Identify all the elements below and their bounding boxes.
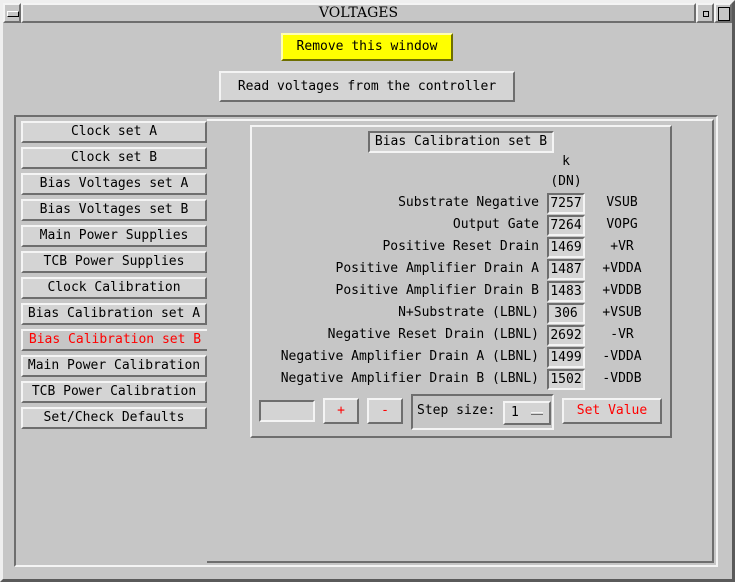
row-label: Output Gate — [452, 217, 539, 232]
nav-item-tcb-power-supplies[interactable]: TCB Power Supplies — [21, 251, 207, 273]
nav-item-set-check-defaults[interactable]: Set/Check Defaults — [21, 407, 207, 429]
adjust-controls: + - Step size: 1 Set Value — [252, 393, 670, 433]
row-symbol: -VDDB — [602, 371, 642, 386]
row-symbol: +VSUB — [602, 305, 642, 320]
column-header-unit: (DN) — [550, 174, 582, 189]
row-symbol: -VDDA — [602, 349, 642, 364]
row-label: N+Substrate (LBNL) — [398, 305, 539, 320]
calib-row-positive-amp-drain-a: Positive Amplifier Drain A 1487 +VDDA — [253, 259, 673, 281]
adjust-value-input[interactable] — [259, 400, 315, 422]
row-label: Negative Amplifier Drain B (LBNL) — [280, 371, 539, 386]
row-value: 1487 — [547, 259, 585, 280]
row-value: 2692 — [547, 325, 585, 346]
calib-row-positive-reset-drain: Positive Reset Drain 1469 +VR — [253, 237, 673, 259]
title-bar: VOLTAGES — [3, 3, 732, 23]
nav-item-bias-voltages-set-a[interactable]: Bias Voltages set A — [21, 173, 207, 195]
nav-item-clock-set-a[interactable]: Clock set A — [21, 121, 207, 143]
row-symbol: VOPG — [606, 217, 638, 232]
row-symbol: -VR — [610, 327, 634, 342]
row-value: 7257 — [547, 193, 585, 214]
nav-item-main-power-calibration[interactable]: Main Power Calibration — [21, 355, 207, 377]
step-size-select[interactable]: 1 — [503, 401, 551, 425]
nav-item-clock-set-b[interactable]: Clock set B — [21, 147, 207, 169]
calib-row-substrate-negative: Substrate Negative 7257 VSUB — [253, 193, 673, 215]
row-value: 1502 — [547, 369, 585, 390]
calib-row-negative-amp-drain-a: Negative Amplifier Drain A (LBNL) 1499 -… — [253, 347, 673, 369]
row-symbol: VSUB — [606, 195, 638, 210]
nav-item-bias-calibration-set-a[interactable]: Bias Calibration set A — [21, 303, 207, 325]
row-value: 306 — [547, 303, 585, 324]
row-label: Positive Amplifier Drain A — [335, 261, 540, 276]
read-voltages-button[interactable]: Read voltages from the controller — [219, 71, 515, 102]
row-symbol: +VR — [610, 239, 634, 254]
calibration-title: Bias Calibration set B — [368, 131, 554, 153]
row-symbol: +VDDB — [602, 283, 642, 298]
set-value-button[interactable]: Set Value — [562, 398, 662, 424]
calib-row-output-gate: Output Gate 7264 VOPG — [253, 215, 673, 237]
increment-button[interactable]: + — [323, 398, 359, 424]
remove-window-button[interactable]: Remove this window — [281, 33, 453, 61]
minimize-icon[interactable] — [696, 3, 714, 23]
step-size-group: Step size: 1 — [411, 394, 554, 430]
nav-item-clock-calibration[interactable]: Clock Calibration — [21, 277, 207, 299]
column-header-k: k — [562, 154, 570, 169]
window-title[interactable]: VOLTAGES — [21, 3, 696, 23]
row-label: Positive Amplifier Drain B — [335, 283, 540, 298]
calib-row-n-substrate: N+Substrate (LBNL) 306 +VSUB — [253, 303, 673, 325]
row-value: 1469 — [547, 237, 585, 258]
calib-row-negative-reset-drain: Negative Reset Drain (LBNL) 2692 -VR — [253, 325, 673, 347]
row-label: Negative Amplifier Drain A (LBNL) — [280, 349, 539, 364]
maximize-icon[interactable] — [714, 3, 732, 23]
window-menu-icon[interactable] — [3, 3, 21, 23]
step-size-label: Step size: — [417, 403, 496, 418]
row-symbol: +VDDA — [602, 261, 642, 276]
nav-item-main-power-supplies[interactable]: Main Power Supplies — [21, 225, 207, 247]
option-menu-indicator-icon — [531, 412, 543, 415]
row-label: Substrate Negative — [398, 195, 539, 210]
nav-item-tcb-power-calibration[interactable]: TCB Power Calibration — [21, 381, 207, 403]
row-label: Positive Reset Drain — [382, 239, 539, 254]
row-value: 1483 — [547, 281, 585, 302]
nav-item-bias-voltages-set-b[interactable]: Bias Voltages set B — [21, 199, 207, 221]
row-value: 1499 — [547, 347, 585, 368]
decrement-button[interactable]: - — [367, 398, 403, 424]
calib-row-positive-amp-drain-b: Positive Amplifier Drain B 1483 +VDDB — [253, 281, 673, 303]
calib-row-negative-amp-drain-b: Negative Amplifier Drain B (LBNL) 1502 -… — [253, 369, 673, 391]
row-label: Negative Reset Drain (LBNL) — [327, 327, 539, 342]
row-value: 7264 — [547, 215, 585, 236]
nav-item-bias-calibration-set-b[interactable]: Bias Calibration set B — [21, 329, 207, 351]
step-size-value: 1 — [511, 405, 519, 420]
